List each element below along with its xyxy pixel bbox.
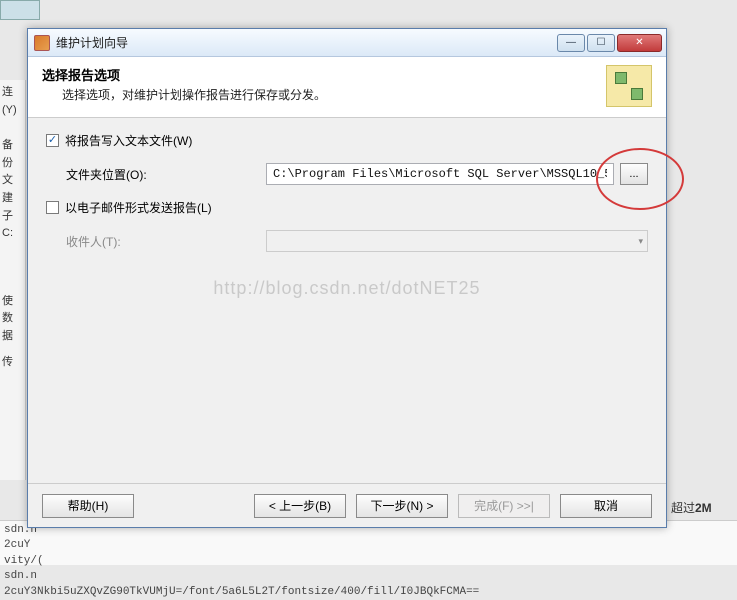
- recipient-row: 收件人(T): ▾: [46, 230, 648, 252]
- folder-label: 文件夹位置(O):: [66, 166, 266, 183]
- email-report-checkbox[interactable]: [46, 201, 59, 214]
- email-report-row: 以电子邮件形式发送报告(L): [46, 199, 648, 216]
- page-subtitle: 选择选项，对维护计划操作报告进行保存或分发。: [42, 86, 598, 103]
- window-title: 维护计划向导: [56, 34, 557, 51]
- back-button[interactable]: < 上一步(B): [254, 494, 346, 518]
- recipient-label: 收件人(T):: [66, 233, 266, 250]
- wizard-icon: [606, 65, 652, 107]
- footer: 帮助(H) < 上一步(B) 下一步(N) > 完成(F) >>| 取消: [28, 483, 666, 527]
- close-button[interactable]: ✕: [617, 34, 662, 52]
- page-title: 选择报告选项: [42, 65, 598, 84]
- next-button[interactable]: 下一步(N) >: [356, 494, 448, 518]
- folder-input[interactable]: [266, 163, 614, 185]
- write-to-file-row: ✓ 将报告写入文本文件(W): [46, 132, 648, 149]
- wizard-dialog: 维护计划向导 — ☐ ✕ 选择报告选项 选择选项，对维护计划操作报告进行保存或分…: [27, 28, 667, 528]
- app-icon: [34, 35, 50, 51]
- finish-button: 完成(F) >>|: [458, 494, 550, 518]
- bg-left-panel: 连(Y) 备份文 建子 C: 使数据 传: [0, 80, 26, 480]
- folder-row: 文件夹位置(O): ...: [46, 163, 648, 185]
- maximize-button[interactable]: ☐: [587, 34, 615, 52]
- recipient-combo: ▾: [266, 230, 648, 252]
- browse-button[interactable]: ...: [620, 163, 648, 185]
- window-controls: — ☐ ✕: [557, 34, 662, 52]
- write-to-file-checkbox[interactable]: ✓: [46, 134, 59, 147]
- bg-window-fragment: [0, 0, 40, 20]
- content-area: ✓ 将报告写入文本文件(W) 文件夹位置(O): ... 以电子邮件形式发送报告…: [28, 118, 666, 483]
- minimize-button[interactable]: —: [557, 34, 585, 52]
- write-to-file-label[interactable]: 将报告写入文本文件(W): [65, 132, 192, 149]
- help-button[interactable]: 帮助(H): [42, 494, 134, 518]
- cancel-button[interactable]: 取消: [560, 494, 652, 518]
- watermark-text: http://blog.csdn.net/dotNET25: [28, 278, 666, 299]
- email-report-label[interactable]: 以电子邮件形式发送报告(L): [65, 199, 212, 216]
- titlebar[interactable]: 维护计划向导 — ☐ ✕: [28, 29, 666, 57]
- bg-left-text: 连(Y) 备份文 建子 C: 使数据 传: [0, 80, 25, 375]
- header-panel: 选择报告选项 选择选项，对维护计划操作报告进行保存或分发。: [28, 57, 666, 118]
- chevron-down-icon: ▾: [638, 236, 643, 247]
